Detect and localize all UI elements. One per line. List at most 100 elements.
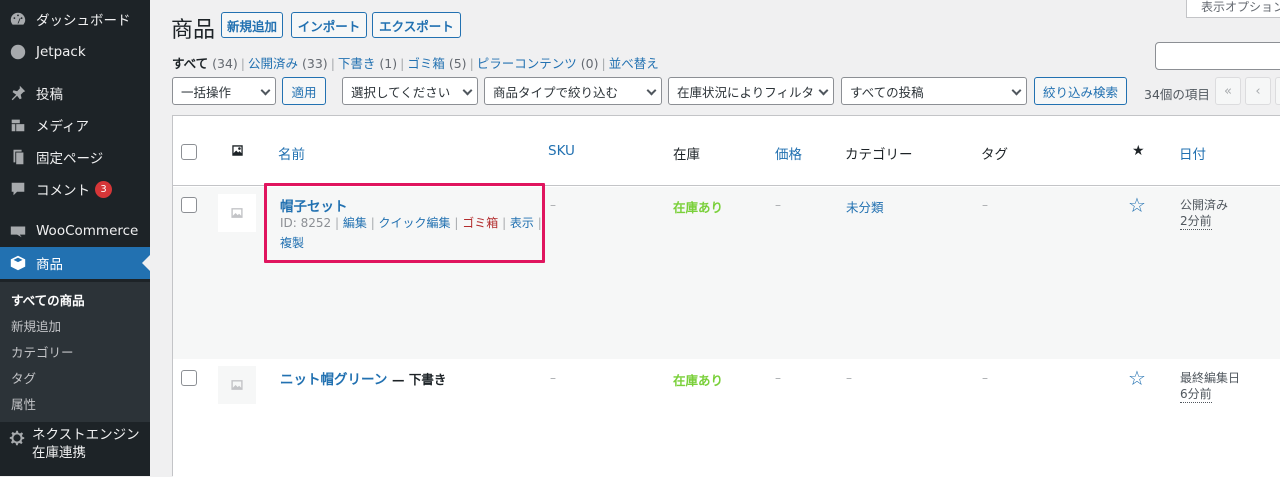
jetpack-icon [0, 43, 36, 61]
sidebar-item-next-engine[interactable]: ネクストエンジン 在庫連携 [0, 426, 150, 462]
column-header-category: カテゴリー [845, 147, 913, 163]
sidebar-item-label: メディア [36, 119, 90, 135]
product-thumbnail[interactable] [218, 366, 256, 404]
status-filter-links: すべて (34) | 公開済み (33) | 下書き (1) | ゴミ箱 (5) | ピラーコン… [172, 56, 659, 71]
row-checkbox[interactable] [181, 197, 197, 213]
row-checkbox[interactable] [181, 370, 197, 386]
column-header-price[interactable]: 価格 [775, 143, 802, 163]
sidebar-item-dashboard[interactable]: ダッシュボード [0, 3, 150, 35]
sidebar-item-woocommerce[interactable]: WooCommerce [0, 215, 150, 247]
filter-all-count: (34) [212, 56, 238, 71]
stock-status: 在庫あり [673, 200, 724, 215]
featured-star-icon[interactable]: ☆ [1128, 195, 1146, 215]
submenu-attributes[interactable]: 属性 [11, 394, 36, 413]
image-placeholder-icon [231, 208, 243, 218]
image-placeholder-icon [231, 380, 243, 390]
all-posts-value: すべての投稿 [850, 84, 924, 100]
tags-value: – [982, 198, 988, 212]
date-status: 公開済み [1180, 198, 1229, 212]
admin-sidebar: ダッシュボード Jetpack 投稿 メディア 固定ページ コメント 3 Woo… [0, 0, 150, 476]
page-number-input[interactable] [1275, 77, 1280, 105]
filter-button[interactable]: 絞り込み検索 [1034, 77, 1127, 105]
sku-value: – [550, 371, 556, 385]
next-engine-label-1: ネクストエンジン [32, 427, 140, 443]
chevron-down-icon [1011, 85, 1022, 96]
next-engine-label-2: 在庫連携 [32, 445, 86, 461]
items-count: 34個の項目 [1144, 87, 1210, 102]
export-button[interactable]: エクスポート [372, 12, 461, 38]
sku-value: – [550, 198, 556, 212]
column-header-date[interactable]: 日付 [1179, 143, 1206, 163]
sidebar-item-label: ダッシュボード [36, 13, 131, 29]
price-value: – [775, 371, 781, 385]
sidebar-item-products[interactable]: 商品 [0, 247, 150, 279]
date-relative: 6分前 [1180, 387, 1212, 403]
tags-value: – [982, 371, 988, 385]
product-name-text[interactable]: ニット帽グリーン [280, 372, 387, 388]
sidebar-item-jetpack[interactable]: Jetpack [0, 36, 150, 68]
sidebar-item-label: Jetpack [36, 44, 86, 60]
product-box-icon [0, 254, 36, 272]
submenu-categories[interactable]: カテゴリー [11, 342, 74, 361]
table-header: 名前 SKU 在庫 価格 カテゴリー タグ ★ 日付 [173, 116, 1280, 186]
column-header-tags: タグ [981, 147, 1008, 163]
select-all-checkbox[interactable] [181, 144, 197, 160]
category-select[interactable]: 選択してください [342, 77, 478, 105]
stock-status-select[interactable]: 在庫状況によりフィルタ [668, 77, 834, 105]
sidebar-item-comments[interactable]: コメント 3 [0, 173, 150, 205]
filter-drafts-count: (1) [379, 56, 398, 71]
product-thumbnail[interactable] [218, 194, 256, 232]
filter-pillar-content[interactable]: ピラーコンテンツ [477, 56, 577, 71]
sidebar-item-pages[interactable]: 固定ページ [0, 141, 150, 173]
column-header-stock: 在庫 [673, 147, 700, 163]
filter-trash[interactable]: ゴミ箱 [407, 56, 445, 71]
filter-published[interactable]: 公開済み [248, 56, 298, 71]
product-type-value: 商品タイプで絞り込む [493, 84, 619, 100]
filter-all[interactable]: すべて [172, 56, 208, 71]
category-link[interactable]: 未分類 [846, 197, 884, 216]
stock-status: 在庫あり [673, 373, 724, 388]
chevron-down-icon [818, 85, 829, 96]
table-row: 帽子セット ID: 8252 | 編集 | クイック編集 | ゴミ箱 | 表示 … [173, 183, 1280, 359]
sort-link[interactable]: 並べ替え [609, 56, 659, 71]
page-title: 商品 [171, 18, 216, 43]
add-new-button[interactable]: 新規追加 [221, 12, 283, 38]
product-name-link[interactable]: ニット帽グリーン — 下書き [280, 368, 446, 388]
filter-drafts[interactable]: 下書き [338, 56, 376, 71]
column-header-sku[interactable]: SKU [548, 143, 575, 159]
category-value: – [846, 371, 852, 385]
draft-label: — 下書き [392, 372, 447, 387]
search-input[interactable] [1155, 42, 1280, 70]
submenu-tags[interactable]: タグ [11, 368, 36, 387]
sidebar-item-media[interactable]: メディア [0, 109, 150, 141]
submenu-all-products[interactable]: すべての商品 [11, 290, 85, 309]
price-value: – [775, 198, 781, 212]
all-posts-select[interactable]: すべての投稿 [841, 77, 1027, 105]
chevron-down-icon [462, 85, 473, 96]
screen-options-button[interactable]: 表示オプション [1186, 0, 1280, 18]
image-column-icon [231, 144, 244, 161]
import-button[interactable]: インポート [291, 12, 367, 38]
date-relative: 2分前 [1180, 214, 1212, 230]
first-page-button[interactable]: « [1215, 77, 1241, 105]
sidebar-item-posts[interactable]: 投稿 [0, 77, 150, 109]
bulk-action-select[interactable]: 一括操作 [172, 77, 276, 105]
pin-icon [0, 84, 36, 102]
category-select-value: 選択してください [351, 84, 451, 100]
highlight-annotation-box [264, 183, 545, 263]
filter-pillar-count: (0) [580, 56, 599, 71]
featured-star-icon[interactable]: ☆ [1128, 368, 1146, 388]
apply-button[interactable]: 適用 [282, 77, 326, 105]
products-submenu: すべての商品 新規追加 カテゴリー タグ 属性 [0, 282, 150, 422]
prev-page-button[interactable]: ‹ [1245, 77, 1271, 105]
column-header-name[interactable]: 名前 [278, 143, 305, 163]
media-icon [0, 116, 36, 134]
comment-icon [0, 180, 36, 198]
stock-status-value: 在庫状況によりフィルタ [677, 84, 815, 100]
product-type-select[interactable]: 商品タイプで絞り込む [484, 77, 662, 105]
sidebar-item-label: 投稿 [36, 87, 63, 103]
submenu-add-new[interactable]: 新規追加 [11, 316, 61, 335]
page-icon [0, 148, 36, 166]
sidebar-item-label: WooCommerce [36, 223, 139, 239]
featured-column-star-icon[interactable]: ★ [1132, 143, 1145, 159]
